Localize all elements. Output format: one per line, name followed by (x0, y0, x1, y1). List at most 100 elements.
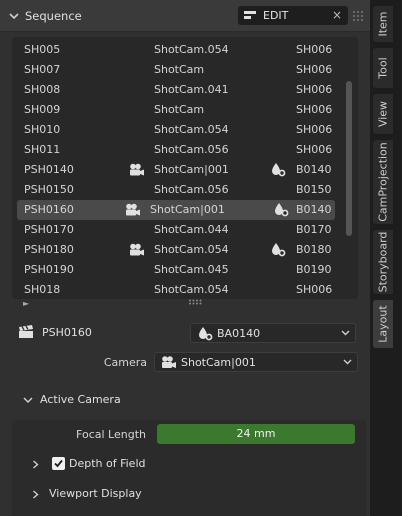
camera-cell: ShotCam.054 (154, 283, 229, 296)
edit-name-field[interactable]: EDIT × (238, 6, 348, 25)
shot-name-cell: SH008 (24, 83, 61, 96)
background-cell: SH006 (296, 83, 333, 96)
depth-of-field-row[interactable]: Depth of Field (32, 454, 332, 474)
camera-icon (125, 203, 141, 217)
shot-list[interactable]: SH005 ShotCam.054 SH006 SH007 ShotCam SH006 SH… (12, 37, 358, 308)
camera-cell: ShotCam.044 (154, 223, 229, 236)
camera-label: Camera (103, 356, 147, 369)
tab-storyboard[interactable]: Storyboard (373, 230, 393, 294)
drag-grip-icon[interactable] (352, 10, 364, 22)
camera-cell: ShotCam.056 (154, 143, 229, 156)
shot-name-cell: PSH0180 (24, 243, 74, 256)
shot-list-row[interactable]: PSH0160 ShotCam|001 B0140 (17, 200, 335, 220)
shot-list-row[interactable]: SH010 ShotCam.054 SH006 (17, 120, 335, 140)
tab-camprojection-label: CamProjection (376, 142, 390, 222)
background-value: BA0140 (217, 327, 261, 340)
background-cell: B0180 (296, 243, 332, 256)
camera-cell: ShotCam.054 (154, 123, 229, 136)
background-cell: B0140 (296, 163, 332, 176)
shot-name-cell: SH007 (24, 63, 61, 76)
clapperboard-icon (19, 325, 33, 338)
focal-length-slider[interactable]: 24 mm (157, 424, 355, 444)
background-cell: SH006 (296, 63, 333, 76)
shot-list-row[interactable]: PSH0190 ShotCam.045 B0190 (17, 260, 335, 280)
panel-title: Sequence (25, 9, 82, 23)
resize-grip-icon[interactable] (188, 299, 202, 305)
camera-icon (129, 243, 145, 257)
shot-list-row[interactable]: PSH0180 ShotCam.054 B0180 (17, 240, 335, 260)
camera-cell: ShotCam.056 (154, 183, 229, 196)
active-camera-header[interactable]: Active Camera (0, 388, 370, 412)
background-cell: SH006 (296, 123, 333, 136)
background-image-icon (270, 162, 286, 177)
background-cell: B0190 (296, 263, 332, 276)
shot-name-cell: PSH0160 (24, 203, 74, 216)
sequence-panel-header[interactable]: Sequence EDIT × (0, 0, 370, 32)
shot-name-cell: SH011 (24, 143, 61, 156)
background-dropdown[interactable]: BA0140 (190, 323, 356, 343)
list-scrollbar[interactable] (345, 41, 352, 293)
viewport-display-row[interactable]: Viewport Display (32, 484, 332, 504)
focal-length-label: Focal Length (76, 428, 146, 441)
tab-layout[interactable]: Layout (373, 300, 393, 348)
scrollbar-thumb[interactable] (346, 81, 352, 236)
depth-of-field-label: Depth of Field (69, 457, 146, 470)
chevron-down-icon[interactable] (23, 396, 33, 404)
depth-of-field-checkbox[interactable] (52, 457, 65, 470)
edit-strip-icon (244, 11, 256, 19)
chevron-down-icon (341, 330, 350, 336)
shot-name-cell: SH005 (24, 43, 61, 56)
tab-view[interactable]: View (373, 94, 393, 134)
sidebar-tab-bar: Item Tool View CamProjection Storyboard … (370, 0, 402, 516)
background-image-icon (270, 242, 286, 257)
active-camera-panel: Focal Length 24 mm Depth of Field Viewpo… (12, 420, 366, 516)
shot-list-row[interactable]: SH005 ShotCam.054 SH006 (17, 40, 335, 60)
tab-camprojection[interactable]: CamProjection (373, 140, 393, 224)
current-shot-row: PSH0160 BA0140 (12, 322, 358, 344)
tab-storyboard-label: Storyboard (376, 231, 390, 293)
shot-name-cell: SH018 (24, 283, 61, 296)
expand-options-icon[interactable]: ► (23, 299, 29, 308)
shot-list-row[interactable]: PSH0170 ShotCam.044 B0170 (17, 220, 335, 240)
background-cell: SH006 (296, 103, 333, 116)
tab-layout-label: Layout (376, 305, 390, 343)
chevron-right-icon[interactable] (32, 490, 39, 499)
shot-list-row[interactable]: SH008 ShotCam.041 SH006 (17, 80, 335, 100)
camera-dropdown[interactable]: ShotCam|001 (154, 352, 358, 372)
background-cell: B0150 (296, 183, 332, 196)
shot-name-cell: PSH0150 (24, 183, 74, 196)
focal-length-value: 24 mm (236, 427, 276, 440)
active-camera-title: Active Camera (40, 393, 121, 406)
shot-list-row[interactable]: PSH0150 ShotCam.056 B0150 (17, 180, 335, 200)
camera-cell: ShotCam|001 (154, 163, 229, 176)
shot-name-cell: PSH0170 (24, 223, 74, 236)
camera-icon (129, 163, 145, 177)
camera-cell: ShotCam (154, 63, 205, 76)
chevron-down-icon[interactable] (9, 11, 19, 21)
camera-cell: ShotCam.041 (154, 83, 229, 96)
clear-icon[interactable]: × (332, 8, 342, 22)
tab-item[interactable]: Item (373, 6, 393, 42)
tab-tool[interactable]: Tool (373, 48, 393, 88)
edit-name-value: EDIT (263, 9, 289, 22)
background-cell: SH006 (296, 283, 333, 296)
camera-icon (162, 356, 176, 368)
shot-list-row[interactable]: SH007 ShotCam SH006 (17, 60, 335, 80)
shot-list-row[interactable]: SH009 ShotCam SH006 (17, 100, 335, 120)
shot-name-cell: SH009 (24, 103, 61, 116)
shot-name-cell: PSH0140 (24, 163, 74, 176)
tab-view-label: View (376, 100, 390, 128)
background-cell: SH006 (296, 143, 333, 156)
background-cell: B0170 (296, 223, 332, 236)
camera-cell: ShotCam.054 (154, 243, 229, 256)
background-cell: SH006 (296, 43, 333, 56)
tab-tool-label: Tool (376, 57, 390, 79)
camera-cell: ShotCam|001 (150, 203, 225, 216)
chevron-right-icon[interactable] (32, 460, 39, 469)
camera-cell: ShotCam.054 (154, 43, 229, 56)
shot-name-cell: SH010 (24, 123, 61, 136)
shot-list-row[interactable]: SH018 ShotCam.054 SH006 (17, 280, 335, 300)
shot-list-row[interactable]: SH011 ShotCam.056 SH006 (17, 140, 335, 160)
checkmark-icon (54, 459, 63, 468)
shot-list-row[interactable]: PSH0140 ShotCam|001 B0140 (17, 160, 335, 180)
